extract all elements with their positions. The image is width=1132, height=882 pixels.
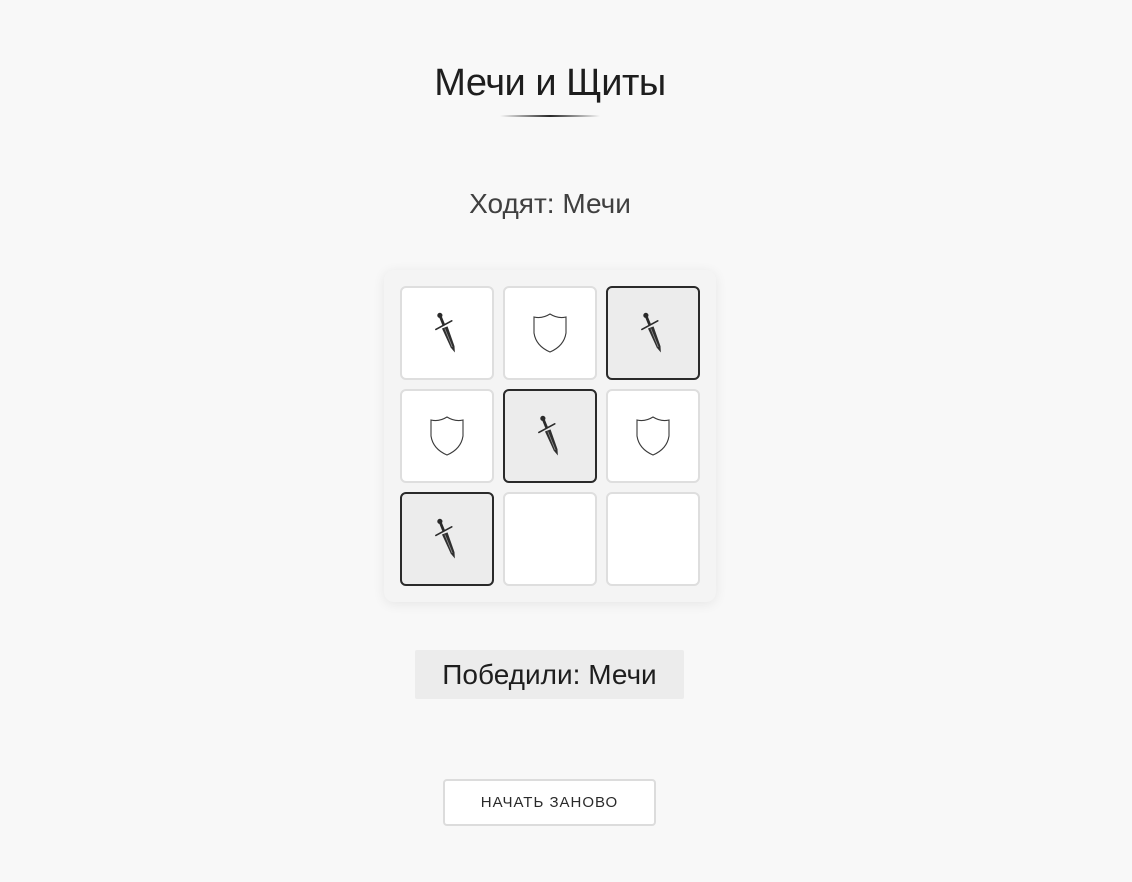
board-cell-0-2[interactable] bbox=[606, 286, 700, 380]
board-cell-2-1[interactable] bbox=[503, 492, 597, 586]
page-title: Мечи и Щиты bbox=[434, 62, 666, 104]
board-cell-2-2[interactable] bbox=[606, 492, 700, 586]
sword-icon bbox=[427, 514, 467, 564]
sword-icon bbox=[427, 308, 467, 358]
turn-indicator: Ходят: Мечи bbox=[469, 188, 631, 219]
board-cell-0-1[interactable] bbox=[503, 286, 597, 380]
board-cell-2-0[interactable] bbox=[400, 492, 494, 586]
restart-button[interactable]: НАЧАТЬ ЗАНОВО bbox=[443, 779, 656, 826]
sword-icon bbox=[530, 411, 570, 461]
board-cell-1-1[interactable] bbox=[503, 389, 597, 483]
board-cell-0-0[interactable] bbox=[400, 286, 494, 380]
sword-icon bbox=[633, 308, 673, 358]
shield-icon bbox=[633, 414, 673, 458]
shield-icon bbox=[427, 414, 467, 458]
game-board bbox=[384, 270, 716, 602]
board-cell-1-0[interactable] bbox=[400, 389, 494, 483]
game-page: Мечи и Щиты Ходят: Мечи Победили: Мечи Н… bbox=[0, 0, 1132, 882]
shield-icon bbox=[530, 311, 570, 355]
board-cell-1-2[interactable] bbox=[606, 389, 700, 483]
winner-banner: Победили: Мечи bbox=[415, 650, 684, 699]
title-underline bbox=[500, 115, 600, 117]
